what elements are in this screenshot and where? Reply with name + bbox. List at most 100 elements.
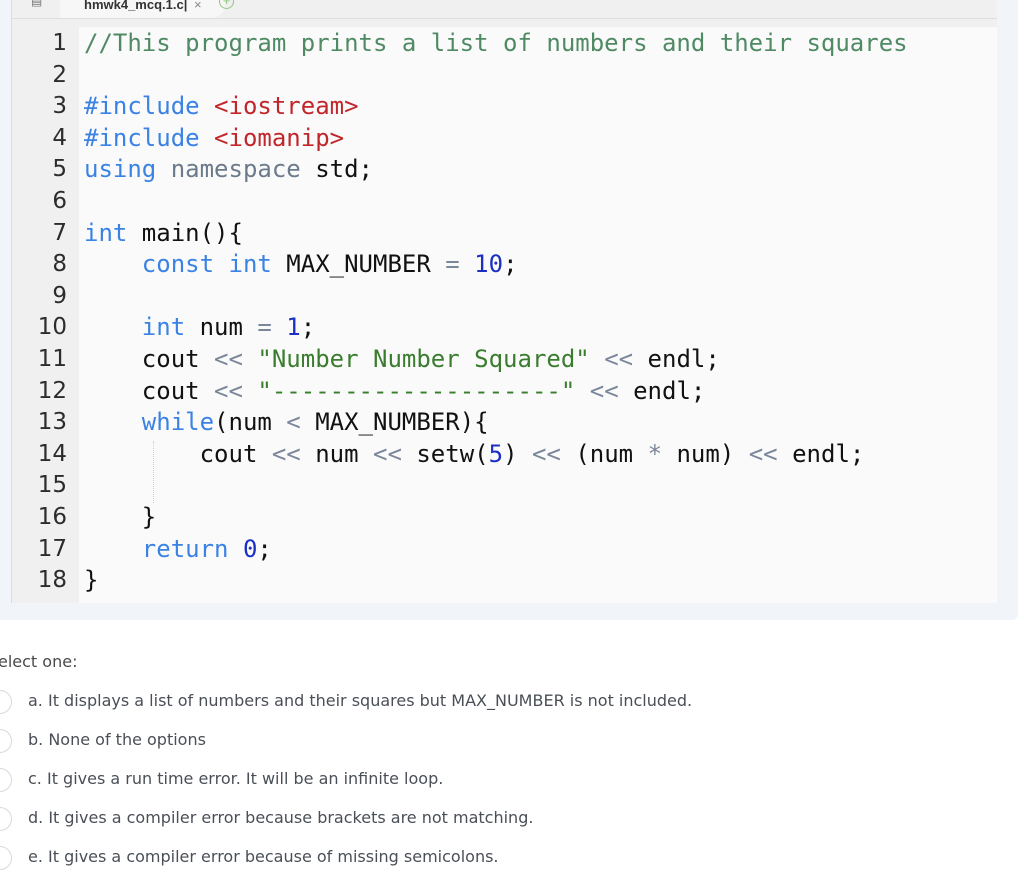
- answer-option[interactable]: a. It displays a list of numbers and the…: [0, 688, 900, 716]
- code-token: 1: [286, 313, 301, 342]
- code-text: #include <iomanip>: [84, 122, 344, 154]
- code-editor: 1 //This program prints a list of numbers…: [12, 27, 997, 603]
- code-token: const: [141, 250, 229, 279]
- code-token: <: [286, 408, 316, 437]
- code-token: ;: [300, 313, 316, 342]
- code-text: }: [84, 501, 156, 533]
- code-text: return 0;: [84, 533, 272, 565]
- code-text: using namespace std;: [84, 153, 373, 185]
- radio-button[interactable]: [0, 846, 12, 870]
- code-token: }: [84, 503, 157, 531]
- code-text: const int MAX_NUMBER = 10;: [84, 248, 518, 280]
- code-token: <<: [604, 345, 648, 373]
- code-token: namespace: [170, 155, 316, 184]
- line-number: 5: [52, 156, 67, 183]
- code-token: "Number Number Squared": [257, 345, 605, 373]
- option-label[interactable]: c. It gives a run time error. It will be…: [28, 769, 443, 788]
- code-token: *: [647, 439, 677, 468]
- radio-button[interactable]: [0, 690, 12, 714]
- line-number: 1: [52, 30, 67, 56]
- radio-button[interactable]: [0, 729, 12, 753]
- code-token: return: [141, 534, 243, 563]
- code-token: num): [676, 439, 749, 468]
- code-token: std;: [315, 155, 373, 184]
- close-icon[interactable]: ×: [194, 0, 202, 12]
- question-prompt: elect one:: [0, 652, 78, 671]
- editor-tab-bar: ▤ hmwk4_mcq.1.c| × +: [12, 0, 997, 19]
- code-token: #include: [84, 92, 215, 121]
- code-text: cout << "--------------------" << endl;: [84, 375, 706, 407]
- code-token: =: [257, 313, 287, 342]
- tab-title: hmwk4_mcq.1.c|: [84, 0, 188, 12]
- code-token: <<: [589, 376, 634, 405]
- line-number: 9: [52, 282, 67, 309]
- code-token: endl;: [647, 345, 720, 373]
- code-token: <<: [214, 376, 258, 405]
- code-token: //This program prints a list of numbers …: [84, 29, 908, 57]
- code-token: "--------------------": [257, 376, 590, 405]
- line-number: 12: [37, 377, 67, 404]
- code-screenshot: ▤ hmwk4_mcq.1.c| × + 1 //This program pri…: [11, 0, 997, 603]
- radio-button[interactable]: [0, 768, 12, 792]
- code-text: }: [84, 564, 98, 596]
- code-text: #include <iostream>: [84, 90, 359, 122]
- code-token: <<: [748, 439, 793, 468]
- code-text: int num = 1;: [84, 311, 315, 343]
- line-number: 7: [52, 219, 67, 246]
- code-token: int: [141, 313, 200, 342]
- radio-button[interactable]: [0, 807, 12, 831]
- line-number: 16: [37, 504, 67, 530]
- line-number: 11: [37, 346, 67, 372]
- file-tab[interactable]: hmwk4_mcq.1.c| ×: [60, 0, 225, 18]
- code-token: <<: [271, 439, 316, 468]
- code-text: int main(){: [84, 217, 243, 249]
- code-token: (num: [214, 408, 287, 437]
- code-token: endl;: [633, 376, 706, 405]
- code-token: endl;: [792, 439, 865, 468]
- code-token: ;: [257, 534, 272, 563]
- line-number: 3: [52, 93, 67, 120]
- option-label[interactable]: b. None of the options: [28, 730, 206, 749]
- code-token: main(){: [141, 218, 243, 247]
- code-token: <<: [214, 345, 258, 373]
- line-number: 6: [52, 188, 67, 214]
- answer-option[interactable]: c. It gives a run time error. It will be…: [0, 766, 900, 794]
- add-tab-icon[interactable]: +: [219, 0, 234, 9]
- code-token: setw(: [416, 439, 489, 468]
- line-number: 10: [37, 314, 67, 341]
- code-token: #include: [84, 123, 215, 152]
- code-token: cout: [84, 439, 272, 468]
- line-number: 4: [52, 124, 67, 151]
- code-token: num: [315, 439, 373, 468]
- code-token: using: [84, 155, 171, 184]
- code-text: while(num < MAX_NUMBER){: [84, 406, 489, 438]
- answer-option[interactable]: d. It gives a compiler error because bra…: [0, 805, 900, 833]
- folder-icon: ▤: [31, 0, 43, 8]
- code-token: ): [503, 439, 532, 468]
- line-number: 2: [52, 61, 67, 88]
- code-token: 10: [474, 250, 504, 279]
- option-label[interactable]: e. It gives a compiler error because of …: [28, 847, 499, 866]
- option-label[interactable]: d. It gives a compiler error because bra…: [28, 808, 533, 827]
- code-token: <<: [531, 439, 576, 468]
- code-token: int: [228, 250, 287, 279]
- code-token: cout: [84, 376, 215, 405]
- code-token: MAX_NUMBER){: [315, 408, 489, 437]
- code-text: cout << num << setw(5) << (num * num) <<…: [84, 438, 865, 470]
- code-token: int: [84, 218, 142, 247]
- code-text: cout << "Number Number Squared" << endl;: [84, 343, 720, 375]
- code-token: ;: [503, 250, 518, 279]
- code-token: while: [141, 408, 215, 437]
- code-text: //This program prints a list of numbers …: [84, 27, 908, 59]
- answer-option[interactable]: e. It gives a compiler error because of …: [0, 844, 900, 872]
- code-token: 5: [488, 439, 504, 468]
- option-label[interactable]: a. It displays a list of numbers and the…: [28, 691, 692, 710]
- code-token: cout: [84, 345, 215, 373]
- answer-option[interactable]: b. None of the options: [0, 727, 900, 755]
- code-token: <<: [373, 439, 417, 468]
- code-token: (num: [575, 439, 648, 468]
- code-token: <iomanip>: [214, 123, 345, 152]
